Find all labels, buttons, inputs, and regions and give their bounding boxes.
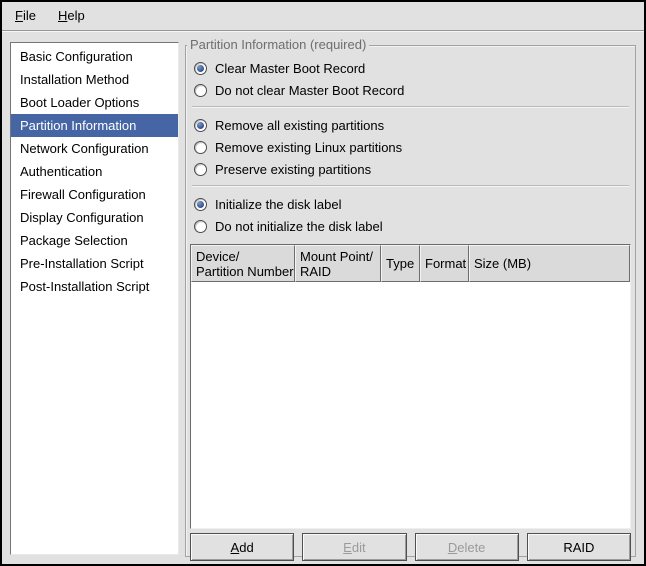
radio-label: Initialize the disk label [215, 197, 341, 212]
sidebar-item-pre-installation-script[interactable]: Pre-Installation Script [11, 252, 178, 275]
column-header-line: RAID [300, 264, 376, 279]
radio-remove-linux-partitions[interactable]: Remove existing Linux partitions [192, 136, 629, 158]
radio-clear-mbr[interactable]: Clear Master Boot Record [192, 57, 629, 79]
delete-button-label: Delete [448, 540, 486, 555]
radio-preserve-partitions[interactable]: Preserve existing partitions [192, 158, 629, 180]
kickstart-configurator-window: File Help Basic Configuration Installati… [0, 0, 646, 566]
column-header-line: Size (MB) [474, 256, 625, 271]
add-button-label: Add [231, 540, 254, 555]
radio-button-icon[interactable] [194, 198, 207, 211]
sidebar-item-authentication[interactable]: Authentication [11, 160, 178, 183]
sidebar-item-package-selection[interactable]: Package Selection [11, 229, 178, 252]
radio-remove-all-partitions[interactable]: Remove all existing partitions [192, 114, 629, 136]
radio-label: Preserve existing partitions [215, 162, 371, 177]
edit-button-label: Edit [343, 540, 365, 555]
edit-button[interactable]: Edit [302, 533, 406, 561]
radio-button-icon[interactable] [194, 141, 207, 154]
button-row: Add Edit Delete RAID [190, 533, 631, 561]
sidebar-item-network-configuration[interactable]: Network Configuration [11, 137, 178, 160]
radio-button-icon[interactable] [194, 84, 207, 97]
column-header-line: Partition Number [196, 264, 290, 279]
column-header-mount-point[interactable]: Mount Point/ RAID [295, 245, 381, 282]
delete-button[interactable]: Delete [415, 533, 519, 561]
radio-label: Do not initialize the disk label [215, 219, 383, 234]
frame-content: Clear Master Boot Record Do not clear Ma… [186, 46, 635, 556]
radio-label: Remove all existing partitions [215, 118, 384, 133]
partition-table-body[interactable] [191, 282, 630, 528]
radio-label: Clear Master Boot Record [215, 61, 365, 76]
radio-initialize-disk-label[interactable]: Initialize the disk label [192, 193, 629, 215]
add-button[interactable]: Add [190, 533, 294, 561]
menu-file[interactable]: File [4, 4, 47, 28]
partition-table-header: Device/ Partition Number Mount Point/ RA… [191, 245, 630, 282]
column-header-size[interactable]: Size (MB) [469, 245, 630, 282]
radio-button-icon[interactable] [194, 119, 207, 132]
category-list: Basic Configuration Installation Method … [10, 42, 179, 555]
radio-button-icon[interactable] [194, 62, 207, 75]
partition-table: Device/ Partition Number Mount Point/ RA… [190, 244, 631, 529]
column-header-device[interactable]: Device/ Partition Number [191, 245, 295, 282]
sidebar-item-display-configuration[interactable]: Display Configuration [11, 206, 178, 229]
partition-information-frame: Partition Information (required) Clear M… [185, 45, 636, 557]
radio-label: Do not clear Master Boot Record [215, 83, 404, 98]
menu-help[interactable]: Help [47, 4, 96, 28]
radio-label: Remove existing Linux partitions [215, 140, 402, 155]
radio-do-not-initialize-disk-label[interactable]: Do not initialize the disk label [192, 215, 629, 237]
column-header-format[interactable]: Format [420, 245, 469, 282]
horizontal-separator [192, 185, 629, 187]
raid-button-label: RAID [563, 540, 594, 555]
column-header-line: Format [425, 256, 464, 271]
horizontal-separator [192, 106, 629, 108]
column-header-line: Mount Point/ [300, 249, 376, 264]
column-header-type[interactable]: Type [381, 245, 420, 282]
sidebar-item-basic-configuration[interactable]: Basic Configuration [11, 45, 178, 68]
sidebar-item-post-installation-script[interactable]: Post-Installation Script [11, 275, 178, 298]
sidebar-item-boot-loader-options[interactable]: Boot Loader Options [11, 91, 178, 114]
menubar: File Help [2, 2, 644, 31]
sidebar-item-installation-method[interactable]: Installation Method [11, 68, 178, 91]
column-header-line: Type [386, 256, 415, 271]
radio-do-not-clear-mbr[interactable]: Do not clear Master Boot Record [192, 79, 629, 101]
raid-button[interactable]: RAID [527, 533, 631, 561]
sidebar-item-partition-information[interactable]: Partition Information [11, 114, 178, 137]
radio-button-icon[interactable] [194, 220, 207, 233]
radio-button-icon[interactable] [194, 163, 207, 176]
sidebar-item-firewall-configuration[interactable]: Firewall Configuration [11, 183, 178, 206]
column-header-line: Device/ [196, 249, 290, 264]
